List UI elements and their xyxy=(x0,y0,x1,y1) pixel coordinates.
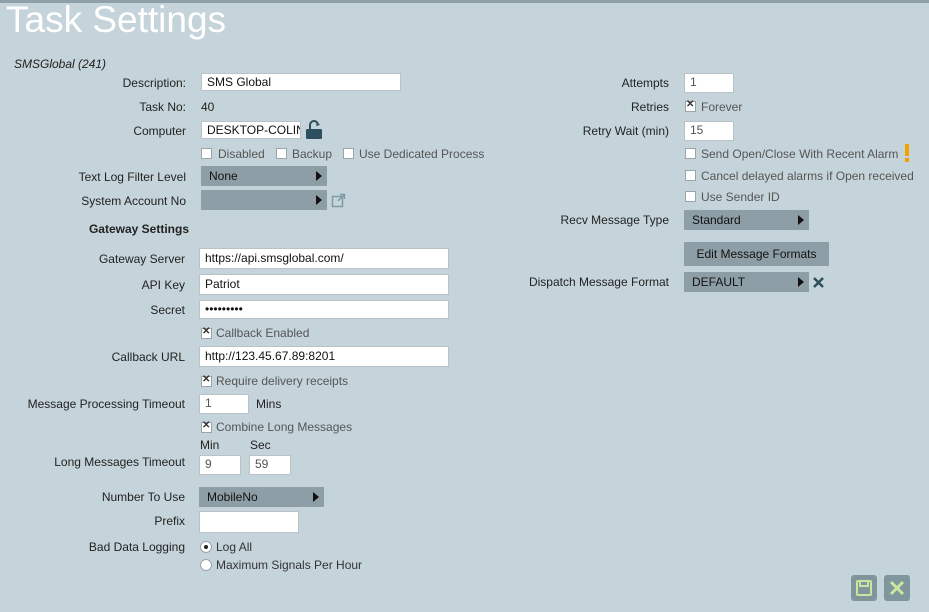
chevron-right-icon xyxy=(316,195,322,205)
gateway-server-label: Gateway Server xyxy=(98,252,185,266)
processing-timeout-input[interactable]: 1 xyxy=(199,394,249,414)
secret-input[interactable]: ••••••••• xyxy=(199,300,449,319)
attempts-input[interactable]: 1 xyxy=(684,73,734,93)
cancel-delayed-label: Cancel delayed alarms if Open received xyxy=(701,169,914,183)
retry-wait-label: Retry Wait (min) xyxy=(582,124,669,138)
computer-input[interactable]: DESKTOP-COLIN xyxy=(201,121,301,139)
system-account-label: System Account No xyxy=(81,194,186,208)
use-sender-id-checkbox[interactable] xyxy=(685,191,696,202)
chevron-right-icon xyxy=(798,277,804,287)
recv-type-select[interactable]: Standard xyxy=(684,210,809,230)
callback-url-input[interactable]: http://123.45.67.89:8201 xyxy=(199,346,449,367)
max-signals-radio[interactable] xyxy=(200,559,212,571)
edit-message-formats-button[interactable]: Edit Message Formats xyxy=(684,242,829,266)
combine-long-checkbox[interactable] xyxy=(201,420,212,433)
max-signals-label: Maximum Signals Per Hour xyxy=(216,558,363,572)
close-icon xyxy=(889,580,905,596)
task-no-label: Task No: xyxy=(139,100,186,114)
disabled-label: Disabled xyxy=(218,147,265,161)
number-to-use-select[interactable]: MobileNo xyxy=(199,487,324,507)
delivery-receipts-label: Require delivery receipts xyxy=(216,374,349,388)
text-log-value: None xyxy=(209,169,238,183)
delivery-receipts-checkbox[interactable] xyxy=(201,374,212,387)
long-timeout-sec-header: Sec xyxy=(250,438,271,452)
long-timeout-min-input[interactable]: 9 xyxy=(199,455,241,475)
save-icon xyxy=(856,580,872,596)
number-to-use-label: Number To Use xyxy=(101,490,185,504)
callback-enabled-label: Callback Enabled xyxy=(216,326,310,340)
text-log-select[interactable]: None xyxy=(201,166,327,186)
number-to-use-value: MobileNo xyxy=(207,490,258,504)
recv-type-value: Standard xyxy=(692,213,741,227)
text-log-label: Text Log Filter Level xyxy=(78,170,186,184)
prefix-input[interactable] xyxy=(199,511,299,533)
dispatch-format-select[interactable]: DEFAULT xyxy=(684,272,809,292)
retries-forever-label: Forever xyxy=(701,100,743,114)
callback-enabled-checkbox[interactable] xyxy=(201,326,212,339)
chevron-right-icon xyxy=(798,215,804,225)
log-all-radio[interactable] xyxy=(200,541,212,553)
long-timeout-label: Long Messages Timeout xyxy=(54,455,185,469)
external-link-icon[interactable] xyxy=(331,193,346,208)
gateway-server-input[interactable]: https://api.smsglobal.com/ xyxy=(199,248,449,269)
gateway-settings-heading: Gateway Settings xyxy=(88,222,189,236)
callback-url-label: Callback URL xyxy=(111,350,185,364)
computer-label: Computer xyxy=(133,124,186,138)
computer-select-icon[interactable] xyxy=(305,120,323,140)
description-label: Description: xyxy=(122,76,186,90)
bad-data-label: Bad Data Logging xyxy=(88,540,185,554)
cancel-delayed-checkbox[interactable] xyxy=(685,170,696,181)
chevron-right-icon xyxy=(316,171,322,181)
use-sender-id-label: Use Sender ID xyxy=(701,190,780,204)
clear-icon[interactable] xyxy=(812,276,825,289)
retries-label: Retries xyxy=(630,100,669,114)
long-timeout-sec-input[interactable]: 59 xyxy=(249,455,291,475)
send-open-close-checkbox[interactable] xyxy=(685,148,696,159)
backup-label: Backup xyxy=(292,147,333,161)
dispatch-format-value: DEFAULT xyxy=(692,275,746,289)
api-key-input[interactable]: Patriot xyxy=(199,274,449,295)
recv-type-label: Recv Message Type xyxy=(560,213,670,227)
processing-timeout-label: Message Processing Timeout xyxy=(27,397,185,411)
combine-long-label: Combine Long Messages xyxy=(216,420,353,434)
save-button[interactable] xyxy=(851,575,877,601)
log-all-label: Log All xyxy=(216,540,253,554)
chevron-right-icon xyxy=(313,492,319,502)
retry-wait-input[interactable]: 15 xyxy=(684,121,734,141)
processing-timeout-unit: Mins xyxy=(256,397,282,411)
page-title: Task Settings xyxy=(6,0,227,40)
attempts-label: Attempts xyxy=(621,76,669,90)
description-input[interactable]: SMS Global xyxy=(201,73,401,91)
dedicated-process-checkbox[interactable] xyxy=(343,148,354,159)
cancel-button[interactable] xyxy=(884,575,910,601)
send-open-close-label: Send Open/Close With Recent Alarm xyxy=(701,147,899,161)
dispatch-format-label: Dispatch Message Format xyxy=(528,275,669,289)
api-key-label: API Key xyxy=(141,278,185,292)
backup-checkbox[interactable] xyxy=(276,148,287,159)
system-account-select[interactable] xyxy=(201,190,327,210)
disabled-checkbox[interactable] xyxy=(201,148,212,159)
retries-forever-checkbox[interactable] xyxy=(685,99,696,112)
long-timeout-min-header: Min xyxy=(200,438,220,452)
dedicated-process-label: Use Dedicated Process xyxy=(359,147,485,161)
warning-icon xyxy=(903,143,911,163)
secret-label: Secret xyxy=(150,303,185,317)
prefix-label: Prefix xyxy=(154,514,185,528)
task-no-value: 40 xyxy=(201,100,215,114)
task-subtitle: SMSGlobal (241) xyxy=(14,57,107,71)
